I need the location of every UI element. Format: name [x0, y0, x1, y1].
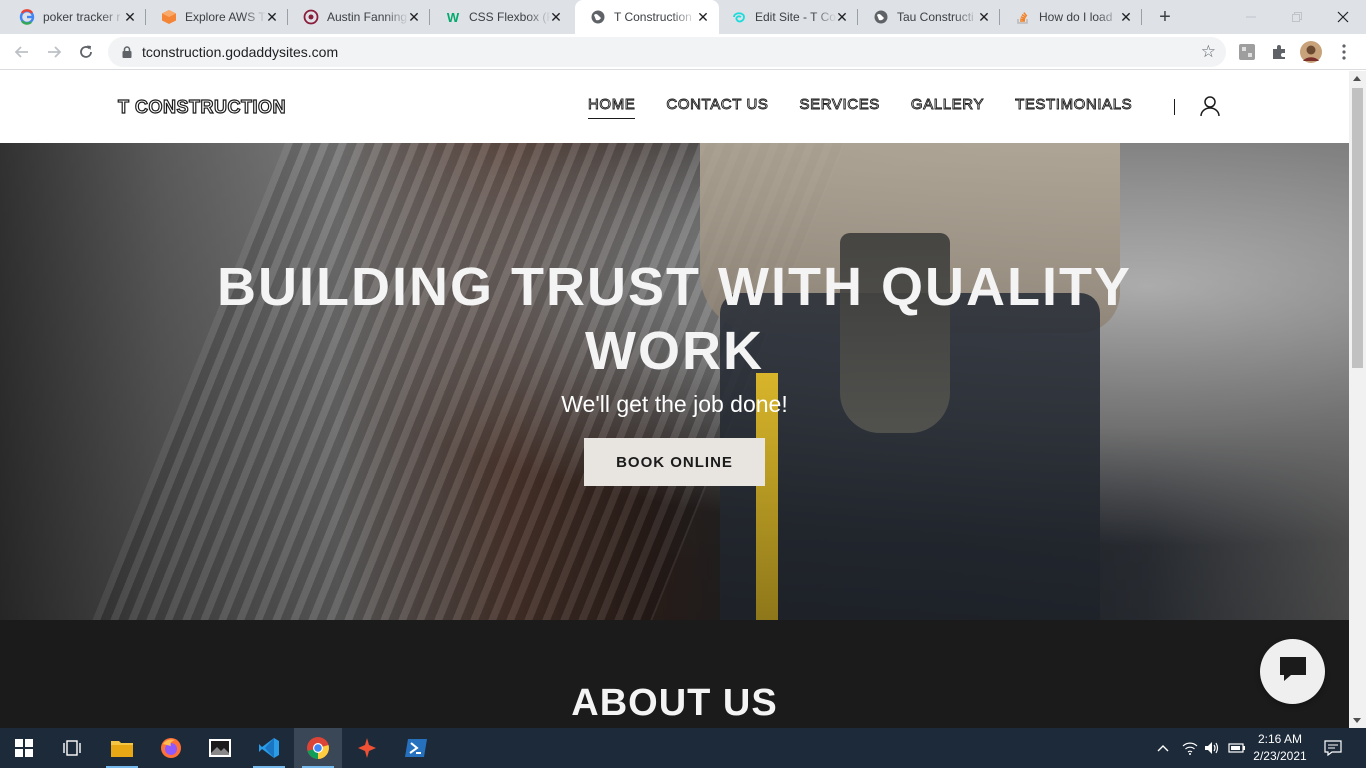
task-view-icon[interactable] [48, 728, 96, 768]
close-tab-icon[interactable]: ✕ [264, 9, 280, 25]
file-explorer-icon[interactable] [98, 728, 146, 768]
tab-title: Tau Constructi [897, 10, 974, 24]
tab-title: Edit Site - T Co [755, 10, 836, 24]
scrollbar-thumb[interactable] [1352, 88, 1363, 368]
close-tab-icon[interactable]: ✕ [695, 9, 711, 25]
extension-grid-icon[interactable] [1236, 41, 1258, 63]
new-tab-button[interactable]: + [1153, 5, 1177, 29]
site-header: T CONSTRUCTION HOME CONTACT US SERVICES … [0, 71, 1349, 143]
clock-date: 2/23/2021 [1253, 749, 1307, 763]
scroll-down-icon[interactable] [1353, 718, 1361, 723]
close-tab-icon[interactable]: ✕ [976, 9, 992, 25]
aws-icon [161, 9, 177, 25]
page-viewport: T CONSTRUCTION HOME CONTACT US SERVICES … [0, 71, 1349, 728]
close-tab-icon[interactable]: ✕ [406, 9, 422, 25]
w3schools-icon: W [446, 9, 460, 25]
close-tab-icon[interactable]: ✕ [122, 9, 138, 25]
site-nav: HOME CONTACT US SERVICES GALLERY TESTIMO… [588, 96, 1132, 119]
globe-icon [590, 9, 606, 25]
hero-title: BUILDING TRUST WITH QUALITY WORK [0, 255, 1349, 383]
reload-icon[interactable] [72, 38, 100, 66]
battery-icon[interactable] [1228, 728, 1246, 768]
nav-home[interactable]: HOME [588, 96, 636, 119]
scroll-up-icon[interactable] [1353, 76, 1361, 81]
close-tab-icon[interactable]: ✕ [548, 9, 564, 25]
taskbar: 2:16 AM 2/23/2021 [0, 728, 1366, 768]
minimize-icon[interactable] [1228, 0, 1274, 34]
close-tab-icon[interactable]: ✕ [1118, 9, 1134, 25]
volume-icon[interactable] [1204, 728, 1220, 768]
page-scrollbar[interactable] [1349, 71, 1366, 728]
chat-button[interactable] [1260, 639, 1325, 704]
tab-tau-construction[interactable]: Tau Constructi ✕ [858, 0, 1000, 34]
forward-icon[interactable] [40, 38, 68, 66]
tab-title: How do I load [1039, 10, 1113, 24]
git-icon[interactable] [343, 728, 391, 768]
profile-avatar[interactable] [1300, 41, 1322, 63]
tab-separator [1141, 9, 1142, 25]
back-icon[interactable] [8, 38, 36, 66]
chat-bubble-icon [1277, 654, 1309, 689]
address-bar[interactable]: tconstruction.godaddysites.com ☆ [108, 37, 1226, 67]
tab-edit-site[interactable]: Edit Site - T Co ✕ [716, 0, 858, 34]
nav-divider [1174, 99, 1175, 115]
tab-title: poker tracker r [43, 10, 121, 24]
tab-css-flexbox[interactable]: W CSS Flexbox (F ✕ [430, 0, 572, 34]
hero-subtitle: We'll get the job done! [561, 391, 788, 417]
tab-poker-tracker[interactable]: poker tracker r ✕ [4, 0, 146, 34]
powershell-icon[interactable] [392, 728, 440, 768]
start-icon[interactable] [0, 728, 48, 768]
menu-kebab-icon[interactable] [1333, 41, 1355, 63]
notifications-icon[interactable] [1324, 728, 1342, 768]
photos-icon[interactable] [196, 728, 244, 768]
about-section: ABOUT US [0, 620, 1349, 728]
godaddy-icon [731, 9, 747, 25]
vscode-icon[interactable] [245, 728, 293, 768]
tab-title: Explore AWS T [185, 10, 266, 24]
close-window-icon[interactable] [1320, 0, 1366, 34]
book-online-button[interactable]: BOOK ONLINE [584, 438, 765, 486]
tab-title: CSS Flexbox (F [469, 10, 551, 24]
hero-title-line2: WORK [585, 321, 764, 381]
nav-services[interactable]: SERVICES [799, 96, 880, 119]
about-title: ABOUT US [571, 682, 778, 724]
nav-contact-us[interactable]: CONTACT US [666, 96, 768, 119]
lock-icon[interactable] [120, 45, 134, 59]
hero-section: BUILDING TRUST WITH QUALITY WORK We'll g… [0, 143, 1349, 620]
tab-title: Austin Fanning [327, 10, 408, 24]
wifi-icon[interactable] [1182, 728, 1198, 768]
nav-gallery[interactable]: GALLERY [910, 96, 984, 119]
clock-time: 2:16 AM [1257, 732, 1303, 746]
restore-icon[interactable] [1274, 0, 1320, 34]
stackoverflow-icon [1015, 9, 1031, 25]
chrome-icon[interactable] [294, 728, 342, 768]
browser-toolbar: tconstruction.godaddysites.com ☆ [0, 34, 1366, 70]
globe-icon [873, 9, 889, 25]
url-text[interactable]: tconstruction.godaddysites.com [142, 44, 338, 60]
tab-aws[interactable]: Explore AWS T ✕ [146, 0, 288, 34]
user-account-icon[interactable] [1199, 95, 1221, 117]
tab-title: T Construction [614, 10, 692, 24]
tab-austin-fanning[interactable]: Austin Fanning ✕ [288, 0, 430, 34]
firefox-icon[interactable] [147, 728, 195, 768]
tab-strip: poker tracker r ✕ Explore AWS T ✕ Austin… [0, 0, 1366, 34]
system-clock[interactable]: 2:16 AM 2/23/2021 [1252, 731, 1308, 765]
close-tab-icon[interactable]: ✕ [834, 9, 850, 25]
tab-stackoverflow[interactable]: How do I load ✕ [1000, 0, 1142, 34]
hero-title-line1: BUILDING TRUST WITH QUALITY [217, 257, 1132, 317]
site-logo[interactable]: T CONSTRUCTION [117, 96, 286, 118]
tab-t-construction[interactable]: T Construction ✕ [575, 0, 719, 34]
google-icon [19, 9, 35, 25]
show-hidden-icons[interactable] [1156, 728, 1170, 768]
bookmark-star-icon[interactable]: ☆ [1201, 42, 1216, 62]
extensions-puzzle-icon[interactable] [1268, 41, 1290, 63]
nav-testimonials[interactable]: TESTIMONIALS [1015, 96, 1133, 119]
austin-site-icon [303, 9, 319, 25]
